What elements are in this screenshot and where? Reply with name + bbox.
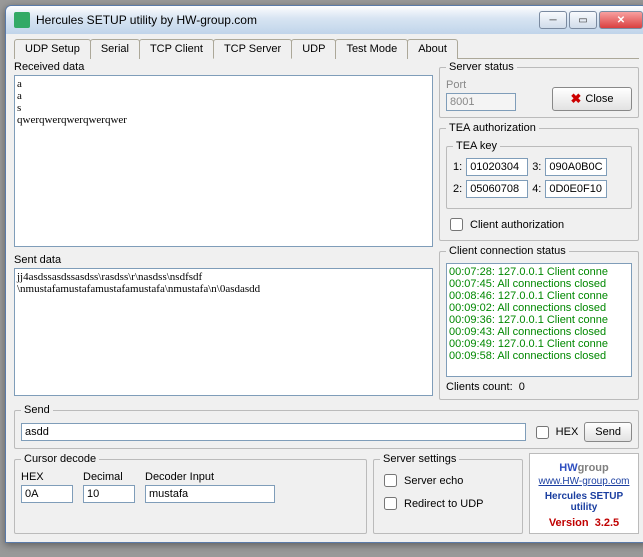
conn-log-row: 00:09:36: 127.0.0.1 Client conne (449, 314, 629, 326)
tab-serial[interactable]: Serial (90, 39, 140, 59)
conn-log-row: 00:09:02: All connections closed (449, 302, 629, 314)
tea-auth-group: TEA authorization TEA key 1: 3: 2: 4: Cl… (439, 122, 639, 241)
redirect-udp-checkbox[interactable]: Redirect to UDP (380, 494, 516, 513)
titlebar[interactable]: Hercules SETUP utility by HW-group.com ─… (6, 6, 643, 34)
conn-log-row: 00:09:43: All connections closed (449, 326, 629, 338)
tab-about[interactable]: About (407, 39, 458, 59)
server-status-legend: Server status (446, 61, 517, 73)
client-auth-checkbox[interactable]: Client authorization (446, 215, 632, 234)
tea-key-1[interactable] (466, 158, 528, 176)
cursor-decode-legend: Cursor decode (21, 453, 99, 465)
cursor-decode-group: Cursor decode HEX Decimal Decoder Input (14, 453, 367, 534)
version-label: Version 3.2.5 (534, 517, 634, 529)
server-settings-group: Server settings Server echo Redirect to … (373, 453, 523, 534)
maximize-button[interactable]: ▭ (569, 11, 597, 29)
received-label: Received data (14, 61, 433, 73)
tea-auth-legend: TEA authorization (446, 122, 539, 134)
tea-key-4[interactable] (545, 180, 607, 198)
cursor-decoder-input[interactable] (145, 485, 275, 503)
window-title: Hercules SETUP utility by HW-group.com (36, 13, 539, 27)
tab-test-mode[interactable]: Test Mode (335, 39, 408, 59)
connection-log[interactable]: 00:07:28: 127.0.0.1 Client conne00:07:45… (446, 263, 632, 377)
cursor-dec-input[interactable] (83, 485, 135, 503)
tab-strip: UDP SetupSerialTCP ClientTCP ServerUDPTe… (14, 38, 639, 59)
send-button[interactable]: Send (584, 422, 632, 442)
tea-key-2[interactable] (466, 180, 528, 198)
send-input[interactable] (21, 423, 526, 441)
tea-key-legend: TEA key (453, 140, 500, 152)
hw-logo: HWgroup (534, 458, 634, 476)
tea-key-3[interactable] (545, 158, 607, 176)
hex-checkbox[interactable]: HEX (532, 423, 579, 442)
tab-udp[interactable]: UDP (291, 39, 336, 59)
window-close-button[interactable]: ✕ (599, 11, 643, 29)
minimize-button[interactable]: ─ (539, 11, 567, 29)
conn-log-row: 00:07:28: 127.0.0.1 Client conne (449, 266, 629, 278)
server-settings-legend: Server settings (380, 453, 459, 465)
app-icon (14, 12, 30, 28)
tab-udp-setup[interactable]: UDP Setup (14, 39, 91, 59)
logo-panel: HWgroup www.HW-group.com Hercules SETUP … (529, 453, 639, 534)
tab-tcp-server[interactable]: TCP Server (213, 39, 292, 59)
server-status-group: Server status Port ✖Close (439, 61, 639, 118)
hercules-window: Hercules SETUP utility by HW-group.com ─… (5, 5, 643, 543)
tab-tcp-client[interactable]: TCP Client (139, 39, 214, 59)
conn-log-row: 00:08:46: 127.0.0.1 Client conne (449, 290, 629, 302)
hw-url[interactable]: www.HW-group.com (534, 476, 634, 487)
close-icon: ✖ (570, 91, 581, 107)
conn-log-row: 00:07:45: All connections closed (449, 278, 629, 290)
sent-data-textarea[interactable] (14, 268, 433, 396)
received-data-textarea[interactable] (14, 75, 433, 247)
sent-label: Sent data (14, 254, 433, 266)
send-group: Send HEX Send (14, 404, 639, 449)
conn-log-row: 00:09:58: All connections closed (449, 350, 629, 362)
send-legend: Send (21, 404, 53, 416)
client-conn-group: Client connection status 00:07:28: 127.0… (439, 245, 639, 400)
product-name: Hercules SETUP utility (534, 491, 634, 513)
port-label: Port (446, 79, 544, 91)
tea-key-group: TEA key 1: 3: 2: 4: (446, 140, 632, 209)
close-server-button[interactable]: ✖Close (552, 87, 632, 111)
cursor-hex-input[interactable] (21, 485, 73, 503)
conn-log-row: 00:09:49: 127.0.0.1 Client conne (449, 338, 629, 350)
port-input (446, 93, 516, 111)
clients-count-value: 0 (519, 381, 525, 393)
client-conn-legend: Client connection status (446, 245, 569, 257)
server-echo-checkbox[interactable]: Server echo (380, 471, 516, 490)
